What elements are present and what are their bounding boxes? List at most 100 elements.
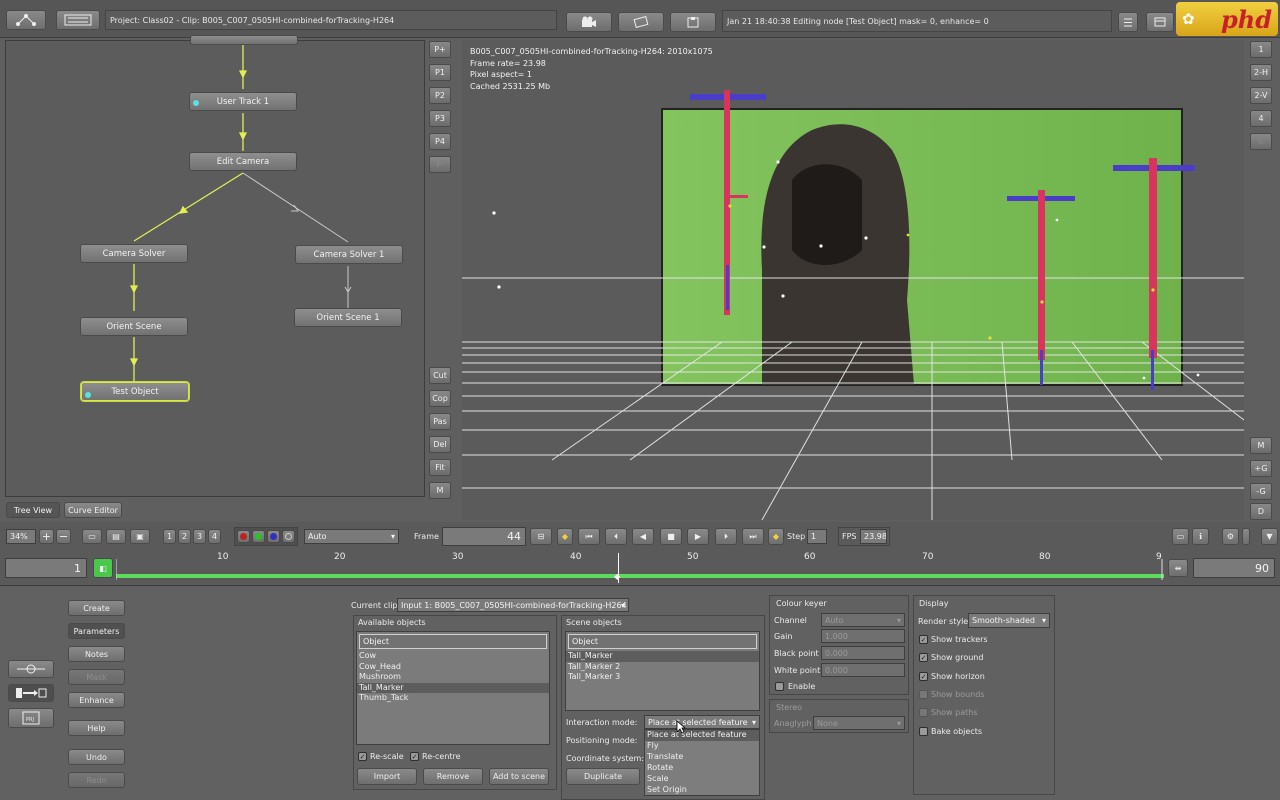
node-test-object[interactable]: Test Object xyxy=(81,382,189,401)
slider-icon[interactable] xyxy=(8,660,54,678)
tab-tree-view[interactable]: Tree View xyxy=(6,502,60,518)
display-option-checkbox[interactable]: ✓ xyxy=(919,653,928,663)
duplicate-button[interactable]: Duplicate xyxy=(566,768,640,785)
dropdown-option[interactable]: Scale xyxy=(645,774,759,785)
menu-icon[interactable] xyxy=(1118,12,1138,32)
dropdown-option[interactable]: Place at selected feature xyxy=(645,730,759,741)
node-camera-solver[interactable]: Camera Solver xyxy=(80,244,188,263)
view-num-2[interactable]: 2 xyxy=(178,529,191,544)
play-back-icon[interactable]: ◀ xyxy=(632,528,654,545)
parameters-button[interactable]: Parameters xyxy=(68,623,125,639)
view-2v-button[interactable]: 2-V xyxy=(1250,87,1272,104)
step-back-icon[interactable]: ⏴ xyxy=(605,528,627,545)
fit-view-icon[interactable]: ▭ xyxy=(82,529,102,544)
dropdown-option[interactable]: Set Origin xyxy=(645,785,759,796)
channel-green-icon[interactable] xyxy=(252,530,265,543)
view-l-button[interactable]: L xyxy=(1250,133,1272,150)
channel-select[interactable]: Auto ▾ xyxy=(821,613,905,627)
go-end-icon[interactable]: ⏭ xyxy=(742,528,764,545)
p-plus-button[interactable]: P+ xyxy=(429,41,451,58)
view-num-1[interactable]: 1 xyxy=(163,529,176,544)
create-button[interactable]: Create xyxy=(68,600,125,616)
go-start-icon[interactable]: ⏮ xyxy=(578,528,600,545)
redo-button[interactable]: Redo xyxy=(68,772,125,788)
gain-field[interactable]: 1.000 xyxy=(821,629,905,643)
view-num-4[interactable]: 4 xyxy=(208,529,221,544)
zoom-field[interactable]: 34% xyxy=(6,529,36,544)
display-option-checkbox[interactable]: ✓ xyxy=(919,671,928,681)
anaglyph-select[interactable]: None ▾ xyxy=(813,716,905,730)
keyframe-icon[interactable]: ◆ xyxy=(557,528,573,545)
export-icon[interactable] xyxy=(8,684,54,702)
render-style-select[interactable]: Smooth-shaded ▾ xyxy=(968,613,1050,628)
white-point-field[interactable]: 0.000 xyxy=(821,663,905,677)
view-4-button[interactable]: 4 xyxy=(1250,110,1272,127)
timeline-start-field[interactable]: 1 xyxy=(5,558,87,578)
zoom-out-icon[interactable]: − xyxy=(56,529,71,544)
view-num-3[interactable]: 3 xyxy=(193,529,206,544)
delete-button[interactable]: Del xyxy=(429,436,451,453)
undo-button[interactable]: Undo xyxy=(68,749,125,765)
node-editor[interactable]: User Track 1 Edit Camera Camera Solver C… xyxy=(5,35,425,497)
node-orient-scene[interactable]: Orient Scene xyxy=(80,317,188,336)
step-forward-icon[interactable]: ⏵ xyxy=(715,528,737,545)
remove-button[interactable]: Remove xyxy=(423,768,483,785)
film-view-icon[interactable]: ▤ xyxy=(106,529,126,544)
display-option-checkbox[interactable] xyxy=(919,689,928,699)
list-item[interactable]: Tall_Marker 2 xyxy=(566,662,759,673)
clipboard-icon[interactable] xyxy=(670,12,716,32)
list-item[interactable]: Cow_Head xyxy=(357,662,549,673)
display-frame-icon[interactable]: ⊟ xyxy=(530,528,552,545)
stop-icon[interactable]: ■ xyxy=(660,528,682,545)
display-option-checkbox[interactable]: ✓ xyxy=(919,635,928,644)
step-field[interactable]: 1 xyxy=(807,529,827,544)
p-minus-button[interactable]: P- xyxy=(429,156,451,173)
layout-icon[interactable] xyxy=(1146,12,1174,32)
play-icon[interactable]: ▶ xyxy=(687,528,709,545)
zoom-in-icon[interactable]: + xyxy=(39,529,54,544)
view-m-button[interactable]: M xyxy=(1250,437,1272,454)
keyframe-next-icon[interactable]: ◆ xyxy=(768,528,784,545)
timeline-end-field[interactable]: 90 xyxy=(1193,558,1275,578)
notes-button[interactable]: Notes xyxy=(68,646,125,662)
small-settings-icon[interactable] xyxy=(1242,528,1250,545)
camera-icon[interactable] xyxy=(566,12,612,32)
node-orient-scene-1[interactable]: Orient Scene 1 xyxy=(294,308,402,327)
project-icon[interactable]: PRJ xyxy=(8,708,54,728)
range-icon[interactable]: ⇹ xyxy=(1168,559,1188,577)
p1-button[interactable]: P1 xyxy=(429,64,451,81)
channel-blue-icon[interactable] xyxy=(267,530,280,543)
list-item-selected[interactable]: Tall_Marker xyxy=(357,682,549,693)
list-icon[interactable] xyxy=(56,10,100,30)
monitor-icon[interactable]: ▣ xyxy=(130,529,150,544)
fit-button[interactable]: Fit xyxy=(429,459,451,476)
list-item-selected[interactable]: Tall_Marker xyxy=(566,651,759,662)
interaction-mode-dropdown[interactable]: Place at selected feature Fly Translate … xyxy=(644,729,760,796)
p2-button[interactable]: P2 xyxy=(429,87,451,104)
settings-icon[interactable]: ⚙ xyxy=(1222,528,1239,545)
display-option-checkbox[interactable] xyxy=(919,708,928,718)
window-icon[interactable]: ▭ xyxy=(1172,528,1189,545)
node-graph-icon[interactable] xyxy=(6,10,46,30)
p4-button[interactable]: P4 xyxy=(429,133,451,150)
available-objects-list[interactable]: Object Cow Cow_Head Mushroom Tall_Marker… xyxy=(356,631,550,745)
fps-field[interactable]: 23.98 xyxy=(860,529,887,544)
help-button[interactable]: Help xyxy=(68,720,125,736)
view-plus-g-button[interactable]: +G xyxy=(1250,460,1272,477)
enable-checkbox[interactable] xyxy=(775,682,784,691)
dropdown-option[interactable]: Rotate xyxy=(645,763,759,774)
tab-curve-editor[interactable]: Curve Editor xyxy=(64,502,122,518)
channel-red-icon[interactable] xyxy=(237,530,250,543)
view-minus-g-button[interactable]: -G xyxy=(1250,483,1272,500)
list-item[interactable]: Mushroom xyxy=(357,672,549,683)
timeline-track[interactable]: 10 20 30 40 50 60 70 80 9 ◆ xyxy=(116,552,1164,583)
mode-select[interactable]: Auto ▾ xyxy=(304,529,399,544)
mask-button[interactable]: Mask xyxy=(68,669,125,685)
paste-button[interactable]: Pas xyxy=(429,413,451,430)
enhance-button[interactable]: Enhance xyxy=(68,692,125,708)
scene-objects-header[interactable]: Object xyxy=(568,634,757,649)
dropdown-option[interactable]: Translate xyxy=(645,752,759,763)
scene-objects-list[interactable]: Object Tall_Marker Tall_Marker 2 Tall_Ma… xyxy=(565,631,760,711)
copy-button[interactable]: Cop xyxy=(429,390,451,407)
viewer[interactable]: B005_C007_0505HI-combined-forTracking-H2… xyxy=(462,40,1244,520)
